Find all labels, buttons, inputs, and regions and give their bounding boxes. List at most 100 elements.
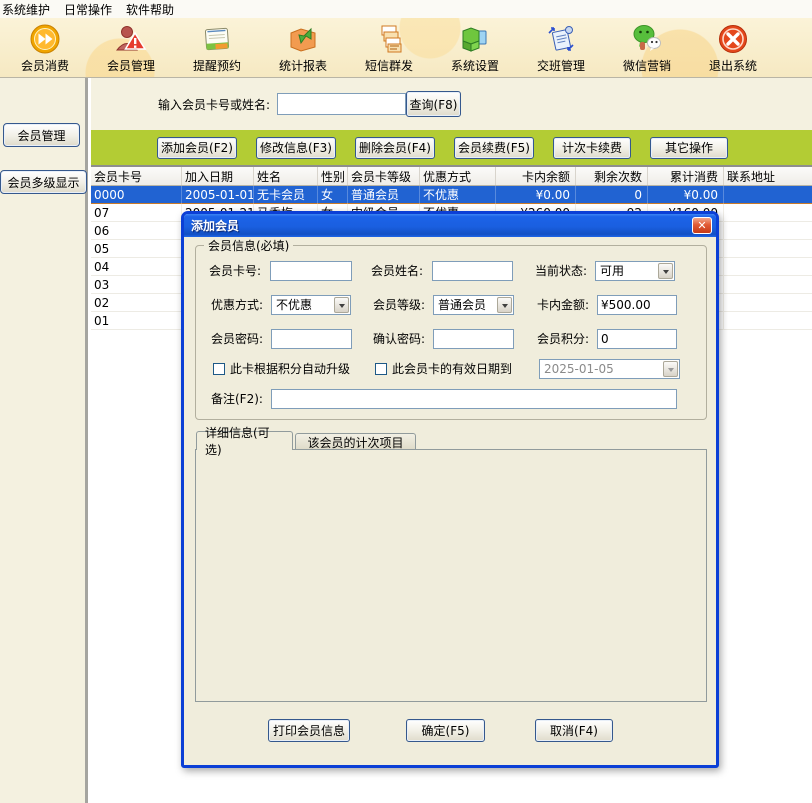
ok-button[interactable]: 确定(F5) xyxy=(406,719,485,742)
tab-detail-info[interactable]: 详细信息(可选) xyxy=(196,431,293,450)
level-select[interactable]: 普通会员 xyxy=(433,295,514,315)
toolbar-stats-report[interactable]: 统计报表 xyxy=(260,18,346,78)
col-discount[interactable]: 优惠方式 xyxy=(420,167,496,185)
menu-daily-operation[interactable]: 日常操作 xyxy=(64,1,112,18)
toolbar: 会员消费 会员管理 提醒预约 统计报表 xyxy=(0,18,812,78)
confirm-password-input[interactable] xyxy=(433,329,514,349)
toolbar-member-manage[interactable]: 会员管理 xyxy=(88,18,174,78)
renew-member-button[interactable]: 会员续费(F5) xyxy=(454,137,534,159)
col-total-consume[interactable]: 累计消费 xyxy=(648,167,724,185)
menu-bar: 系统维护 日常操作 软件帮助 xyxy=(0,0,812,18)
confirm-password-label: 确认密码: xyxy=(373,329,425,349)
toolbar-sms-bulk[interactable]: 短信群发 xyxy=(346,18,432,78)
status-select[interactable]: 可用 xyxy=(595,261,675,281)
search-label: 输入会员卡号或姓名: xyxy=(158,96,270,113)
chevron-down-icon xyxy=(663,361,678,377)
auto-upgrade-label: 此卡根据积分自动升级 xyxy=(230,359,350,379)
cell: ¥0.00 xyxy=(496,186,576,204)
cell: 女 xyxy=(318,186,348,204)
chevron-down-icon xyxy=(497,297,512,313)
cell xyxy=(724,294,812,312)
cell xyxy=(724,204,812,222)
cell: 05 xyxy=(91,240,182,258)
member-name-label: 会员姓名: xyxy=(371,261,423,281)
menu-software-help[interactable]: 软件帮助 xyxy=(126,1,174,18)
toolbar-label: 系统设置 xyxy=(451,57,499,74)
toolbar-system-settings[interactable]: 系统设置 xyxy=(432,18,518,78)
card-no-input[interactable] xyxy=(270,261,352,281)
cell xyxy=(724,186,812,204)
dialog-titlebar[interactable]: 添加会员 xyxy=(184,214,716,237)
query-button[interactable]: 查询(F8) xyxy=(406,91,461,117)
print-member-info-button[interactable]: 打印会员信息 xyxy=(268,719,350,742)
cell: 03 xyxy=(91,276,182,294)
notepad-icon xyxy=(201,23,233,55)
discount-select[interactable]: 不优惠 xyxy=(271,295,351,315)
col-balance[interactable]: 卡内余额 xyxy=(496,167,576,185)
status-label: 当前状态: xyxy=(535,261,587,281)
expiry-checkbox[interactable] xyxy=(375,363,387,375)
toolbar-shift-manage[interactable]: 交班管理 xyxy=(518,18,604,78)
cell: 01 xyxy=(91,312,182,330)
sidebar-member-manage-button[interactable]: 会员管理 xyxy=(3,123,80,147)
cancel-button[interactable]: 取消(F4) xyxy=(535,719,613,742)
expiry-date-value: 2025-01-05 xyxy=(544,360,614,378)
cell: 07 xyxy=(91,204,182,222)
remark-input[interactable] xyxy=(271,389,677,409)
toolbar-label: 统计报表 xyxy=(279,57,327,74)
cell: 0 xyxy=(576,186,648,204)
col-gender[interactable]: 性别 xyxy=(318,167,348,185)
points-input[interactable] xyxy=(597,329,677,349)
expiry-date-select[interactable]: 2025-01-05 xyxy=(539,359,680,379)
toolbar-label: 退出系统 xyxy=(709,57,757,74)
chevron-down-icon xyxy=(658,263,673,279)
delete-member-button[interactable]: 删除会员(F4) xyxy=(355,137,435,159)
sidebar-member-multilevel-button[interactable]: 会员多级显示 xyxy=(0,170,87,194)
col-address[interactable]: 联系地址 xyxy=(724,167,812,185)
cell: 不优惠 xyxy=(420,186,496,204)
toolbar-label: 交班管理 xyxy=(537,57,585,74)
member-consume-icon xyxy=(29,23,61,55)
toolbar-exit-system[interactable]: 退出系统 xyxy=(690,18,776,78)
col-card-no[interactable]: 会员卡号 xyxy=(91,167,182,185)
search-input[interactable] xyxy=(277,93,406,115)
add-member-button[interactable]: 添加会员(F2) xyxy=(157,137,237,159)
toolbar-wechat-marketing[interactable]: 微信营销 xyxy=(604,18,690,78)
toolbar-label: 提醒预约 xyxy=(193,57,241,74)
toolbar-label: 微信营销 xyxy=(623,57,671,74)
add-member-dialog: 添加会员 ✕ 会员信息(必填) 会员卡号: 会员姓名: 当前状态: 可用 优惠方… xyxy=(181,211,719,768)
cell xyxy=(724,312,812,330)
col-name[interactable]: 姓名 xyxy=(254,167,318,185)
toolbar-label: 会员管理 xyxy=(107,57,155,74)
settings-cube-icon xyxy=(459,23,491,55)
toolbar-label: 会员消费 xyxy=(21,57,69,74)
cell xyxy=(724,276,812,294)
member-name-input[interactable] xyxy=(432,261,513,281)
table-header: 会员卡号 加入日期 姓名 性别 会员卡等级 优惠方式 卡内余额 剩余次数 累计消… xyxy=(91,167,812,186)
password-label: 会员密码: xyxy=(211,329,263,349)
search-strip: 输入会员卡号或姓名: 查询(F8) xyxy=(91,78,812,130)
group-legend: 会员信息(必填) xyxy=(204,237,293,254)
col-card-level[interactable]: 会员卡等级 xyxy=(348,167,420,185)
count-card-renew-button[interactable]: 计次卡续费 xyxy=(553,137,631,159)
table-row[interactable]: 00002005-01-01无卡会员女普通会员不优惠¥0.000¥0.00 xyxy=(91,186,812,204)
wechat-icon xyxy=(631,23,663,55)
status-value: 可用 xyxy=(600,262,624,280)
menu-system-maintenance[interactable]: 系统维护 xyxy=(2,1,50,18)
auto-upgrade-checkbox[interactable] xyxy=(213,363,225,375)
close-icon[interactable]: ✕ xyxy=(692,217,712,234)
col-remaining-times[interactable]: 剩余次数 xyxy=(576,167,648,185)
level-label: 会员等级: xyxy=(373,295,425,315)
cell: 普通会员 xyxy=(348,186,420,204)
other-operations-button[interactable]: 其它操作 xyxy=(650,137,728,159)
password-input[interactable] xyxy=(271,329,352,349)
cell xyxy=(724,240,812,258)
edit-member-button[interactable]: 修改信息(F3) xyxy=(256,137,336,159)
cell: 06 xyxy=(91,222,182,240)
action-bar: 添加会员(F2) 修改信息(F3) 删除会员(F4) 会员续费(F5) 计次卡续… xyxy=(91,130,812,165)
toolbar-member-consume[interactable]: 会员消费 xyxy=(2,18,88,78)
toolbar-remind-appointment[interactable]: 提醒预约 xyxy=(174,18,260,78)
col-join-date[interactable]: 加入日期 xyxy=(182,167,254,185)
detail-tab-panel xyxy=(195,449,707,702)
balance-input[interactable] xyxy=(597,295,677,315)
